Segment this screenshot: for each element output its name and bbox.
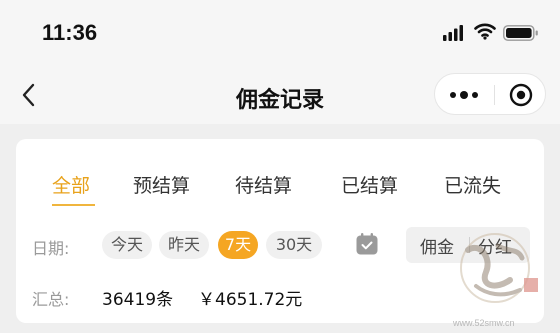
status-bar: 11:36 bbox=[0, 0, 560, 66]
close-mini-program-icon[interactable] bbox=[508, 82, 534, 108]
tab-pre-settlement[interactable]: 预结算 bbox=[133, 171, 190, 198]
mini-program-capsule bbox=[434, 73, 546, 115]
total-amount: ￥4651.72元 bbox=[198, 290, 303, 310]
summary-label: 汇总: bbox=[32, 290, 70, 309]
cellular-signal-icon bbox=[443, 25, 463, 41]
date-chip-yesterday[interactable]: 昨天 bbox=[159, 231, 209, 259]
tab-pending-settlement[interactable]: 待结算 bbox=[235, 171, 292, 198]
wifi-icon bbox=[474, 23, 496, 40]
record-count: 36419条 bbox=[102, 290, 174, 310]
navigation-bar: 佣金记录 bbox=[0, 66, 560, 124]
site-watermark-logo bbox=[460, 233, 538, 303]
status-time: 11:36 bbox=[42, 20, 98, 45]
date-filter-label: 日期: bbox=[32, 239, 70, 258]
capsule-divider bbox=[494, 85, 495, 105]
watermark-url: www.52smw.cn bbox=[453, 318, 515, 328]
battery-icon bbox=[503, 25, 538, 41]
tab-settled[interactable]: 已结算 bbox=[341, 171, 398, 198]
date-chip-7-days[interactable]: 7天 bbox=[218, 231, 258, 259]
date-chip-today[interactable]: 今天 bbox=[102, 231, 152, 259]
status-tabs: 全部 预结算 待结算 已结算 已流失 bbox=[16, 139, 544, 209]
tab-lost[interactable]: 已流失 bbox=[444, 171, 501, 198]
active-tab-indicator bbox=[52, 204, 95, 206]
more-options-icon[interactable] bbox=[447, 83, 481, 107]
tab-all[interactable]: 全部 bbox=[52, 171, 90, 198]
calendar-icon[interactable] bbox=[355, 232, 379, 256]
date-chip-30-days[interactable]: 30天 bbox=[266, 231, 322, 259]
